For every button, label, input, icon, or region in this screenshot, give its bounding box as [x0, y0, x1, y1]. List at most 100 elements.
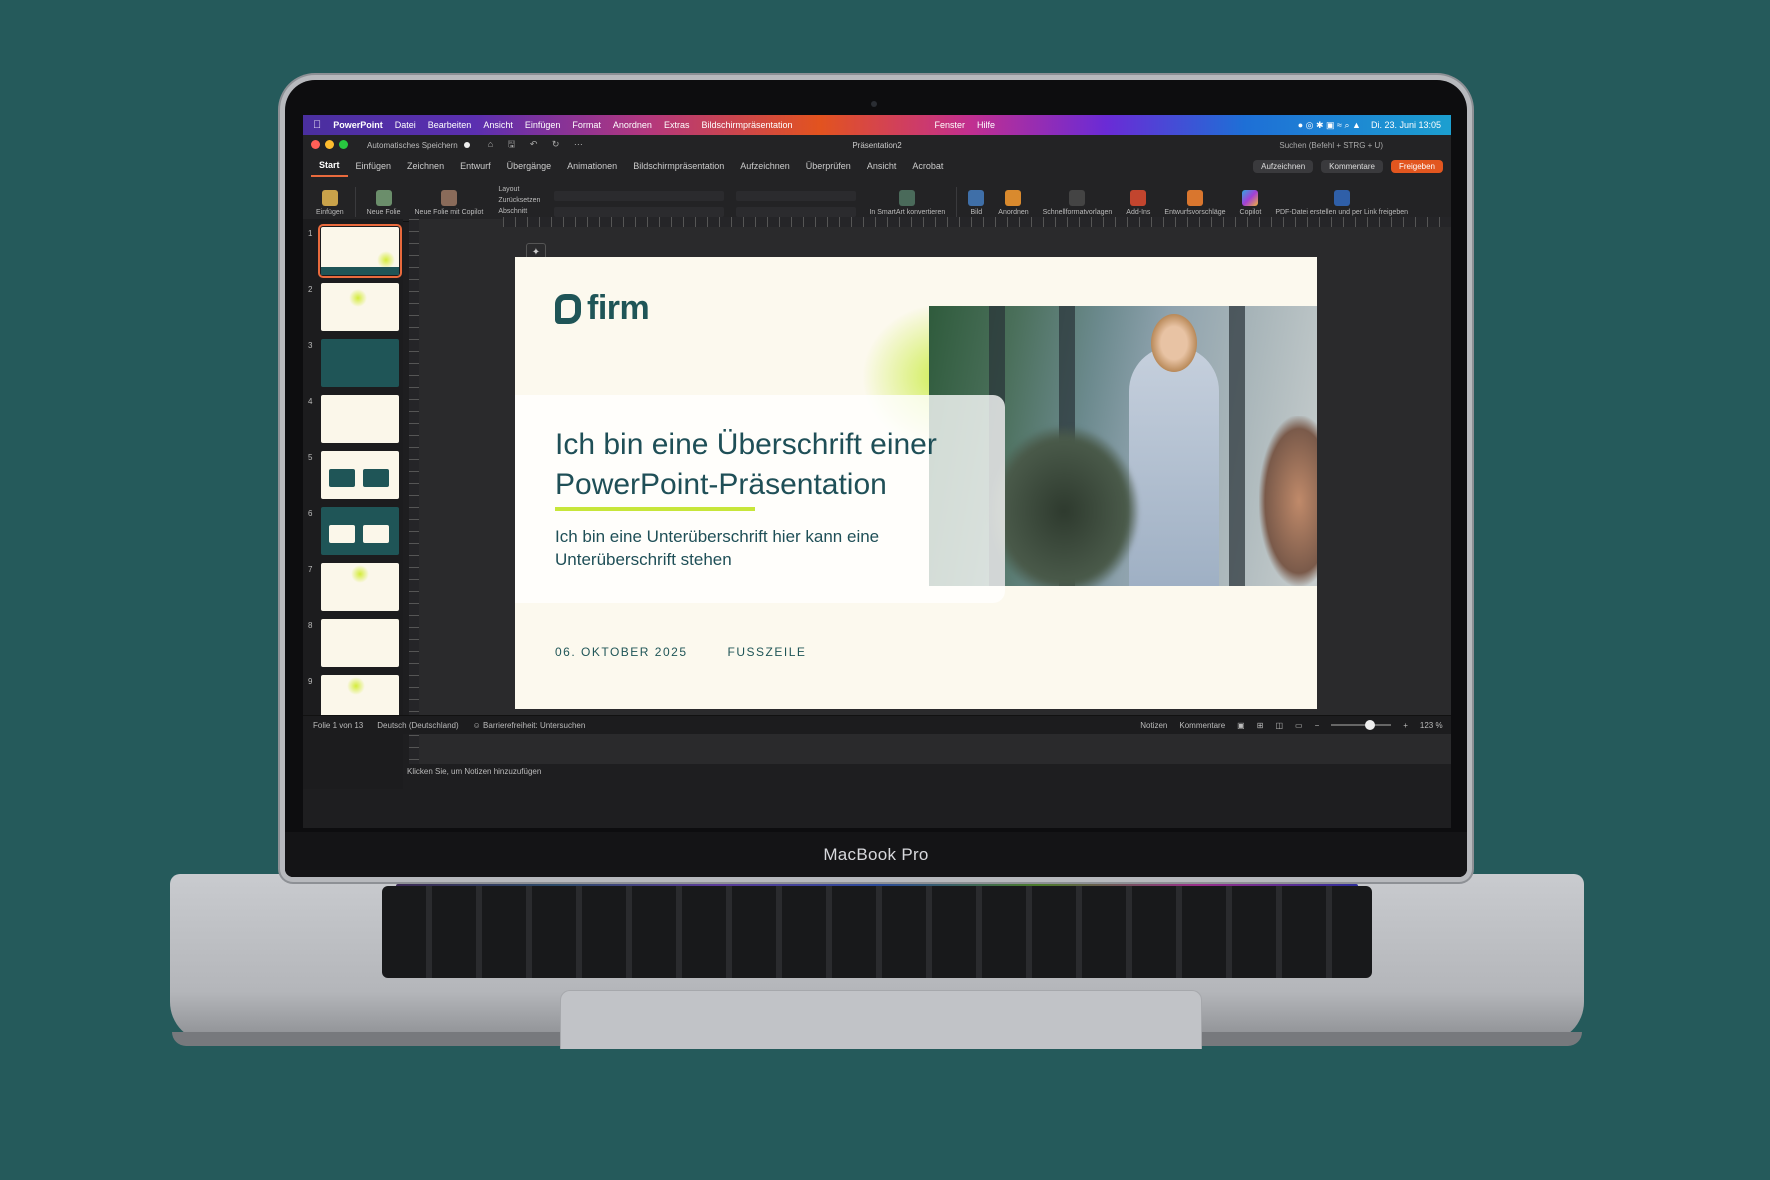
zoom-in-icon[interactable]: + — [1403, 721, 1408, 730]
trackpad — [560, 990, 1202, 1049]
thumbnail-block — [329, 525, 355, 543]
picture-label: Bild — [970, 209, 983, 216]
tab-einfuegen[interactable]: Einfügen — [348, 155, 400, 177]
tab-zeichnen[interactable]: Zeichnen — [399, 155, 452, 177]
slide-thumbnail[interactable]: 2 — [308, 283, 399, 331]
record-button[interactable]: Aufzeichnen — [1253, 159, 1314, 173]
tab-uebergaenge[interactable]: Übergänge — [499, 155, 560, 177]
thumbnail-number: 6 — [308, 509, 313, 518]
keyboard — [382, 886, 1372, 978]
minimize-icon[interactable] — [325, 139, 334, 149]
list-buttons[interactable] — [736, 191, 857, 201]
menu-hilfe[interactable]: Hilfe — [977, 120, 995, 130]
zoom-out-icon[interactable]: − — [1315, 721, 1320, 730]
zoom-level[interactable]: 123 % — [1420, 721, 1443, 730]
layout-button[interactable]: Layout — [498, 184, 540, 195]
menu-bildschirmpraesentation[interactable]: Bildschirmpräsentation — [701, 120, 792, 130]
slide-title[interactable]: Ich bin eine Überschrift einer PowerPoin… — [555, 425, 975, 505]
menu-fenster[interactable]: Fenster — [935, 120, 966, 130]
slide-thumbnail[interactable]: 1 — [308, 224, 402, 278]
new-slide-copilot-button[interactable]: Neue Folie mit Copilot — [408, 190, 491, 217]
slide-canvas: ✦ firm Ich bin eine Überschrift einer Po… — [419, 219, 1451, 764]
notes-field[interactable]: Klicken Sie, um Notizen hinzuzufügen — [407, 767, 541, 776]
slide-footer-text[interactable]: FUSSZEILE — [728, 645, 807, 659]
tab-start[interactable]: Start — [311, 155, 348, 177]
menu-ansicht[interactable]: Ansicht — [483, 120, 513, 130]
language-indicator[interactable]: Deutsch (Deutschland) — [377, 721, 458, 730]
slide-date[interactable]: 06. OKTOBER 2025 — [555, 645, 688, 659]
tab-aufzeichnen[interactable]: Aufzeichnen — [732, 155, 798, 177]
tab-animationen[interactable]: Animationen — [559, 155, 625, 177]
arrange-button[interactable]: Anordnen — [991, 190, 1035, 217]
reading-view-icon[interactable]: ◫ — [1275, 721, 1283, 730]
designer-button[interactable]: Entwurfsvorschläge — [1157, 190, 1232, 217]
section-button[interactable]: Abschnitt — [498, 206, 540, 217]
slide-thumbnail[interactable]: 7 — [308, 563, 399, 611]
designer-label: Entwurfsvorschläge — [1164, 209, 1226, 216]
comments-button[interactable]: Kommentare — [1321, 159, 1383, 173]
font-name-field[interactable] — [554, 191, 725, 201]
picture-icon — [968, 190, 985, 206]
slide-thumbnail[interactable]: 3 — [308, 339, 399, 387]
font-controls[interactable] — [548, 191, 730, 217]
quick-styles-button[interactable]: Schnellformatvorlagen — [1036, 190, 1120, 217]
apple-icon[interactable]:  — [313, 119, 321, 131]
smartart-button[interactable]: In SmartArt konvertieren — [862, 190, 952, 217]
menu-format[interactable]: Format — [572, 120, 601, 130]
notes-toggle[interactable]: Notizen — [1140, 721, 1167, 730]
menu-powerpoint[interactable]: PowerPoint — [333, 120, 383, 130]
thumbnail-number: 8 — [308, 621, 313, 630]
paste-label: Einfügen — [316, 209, 344, 216]
paste-button[interactable]: Einfügen — [309, 190, 351, 217]
paragraph-controls[interactable] — [730, 191, 862, 217]
arrange-label: Anordnen — [998, 209, 1029, 216]
comments-toggle[interactable]: Kommentare — [1179, 721, 1225, 730]
tab-ueberpruefen[interactable]: Überprüfen — [798, 155, 859, 177]
close-icon[interactable] — [311, 139, 320, 149]
zoom-icon[interactable] — [339, 139, 348, 149]
status-icons[interactable]: ● ◎ ✱ ▣ ≈ ⌕ ▲ — [1298, 120, 1361, 131]
presenter-view-icon[interactable]: ▭ — [1295, 721, 1303, 730]
new-slide-button[interactable]: Neue Folie — [360, 190, 408, 217]
pdf-button[interactable]: PDF-Datei erstellen und per Link freigeb… — [1268, 190, 1415, 217]
align-buttons[interactable] — [736, 207, 857, 217]
autosave-toggle[interactable] — [463, 142, 470, 148]
addins-button[interactable]: Add-Ins — [1119, 190, 1157, 217]
thumbnail-block — [329, 469, 355, 487]
slide-subtitle[interactable]: Ich bin eine Unterüberschrift hier kann … — [555, 525, 895, 571]
tab-entwurf[interactable]: Entwurf — [452, 155, 499, 177]
addins-label: Add-Ins — [1126, 209, 1151, 216]
normal-view-icon[interactable]: ▣ — [1237, 721, 1245, 730]
menubar-datetime[interactable]: Di. 23. Juni 13:05 — [1371, 120, 1441, 130]
menu-extras[interactable]: Extras — [664, 120, 690, 130]
foreground-person — [989, 426, 1139, 586]
menu-datei[interactable]: Datei — [395, 120, 416, 130]
menu-anordnen[interactable]: Anordnen — [613, 120, 652, 130]
presenter-figure — [1129, 346, 1219, 586]
thumbnail-number: 7 — [308, 565, 313, 574]
font-format-buttons[interactable] — [554, 207, 725, 217]
copilot-button[interactable]: Copilot — [1233, 190, 1269, 217]
slide-thumbnail[interactable]: 4 — [308, 395, 399, 443]
reset-button[interactable]: Zurücksetzen — [498, 195, 540, 206]
slide[interactable]: firm Ich bin eine Überschrift einer Powe… — [515, 257, 1317, 709]
zoom-slider-knob[interactable] — [1365, 720, 1376, 730]
sorter-view-icon[interactable]: ⊞ — [1257, 721, 1264, 730]
slide-thumbnail[interactable]: 8 — [308, 619, 399, 667]
quick-access-icons[interactable]: ⌂ 🖫 ↶ ↻ ⋯ — [488, 137, 589, 153]
tab-ansicht[interactable]: Ansicht — [859, 155, 905, 177]
slide-thumbnail[interactable]: 5 — [308, 451, 399, 499]
copilot-icon — [1242, 190, 1259, 206]
slide-thumbnail[interactable]: 6 — [308, 507, 399, 555]
workspace: 1 2 3 4 5 6 7 8 9 ✦ firm Ich bin eine Üb… — [303, 219, 1451, 789]
zoom-slider[interactable] — [1331, 720, 1392, 730]
search-input[interactable]: Suchen (Befehl + STRG + U) — [1279, 141, 1383, 150]
picture-button[interactable]: Bild — [961, 190, 991, 217]
tab-bildschirmpraesentation[interactable]: Bildschirmpräsentation — [625, 155, 732, 177]
menu-einfuegen[interactable]: Einfügen — [525, 120, 561, 130]
tab-acrobat[interactable]: Acrobat — [904, 155, 951, 177]
share-button[interactable]: Freigeben — [1390, 159, 1443, 173]
slide-options: Layout Zurücksetzen Abschnitt — [490, 184, 548, 217]
menu-bearbeiten[interactable]: Bearbeiten — [428, 120, 472, 130]
accessibility-check[interactable]: ☺ Barrierefreiheit: Untersuchen — [473, 721, 586, 730]
